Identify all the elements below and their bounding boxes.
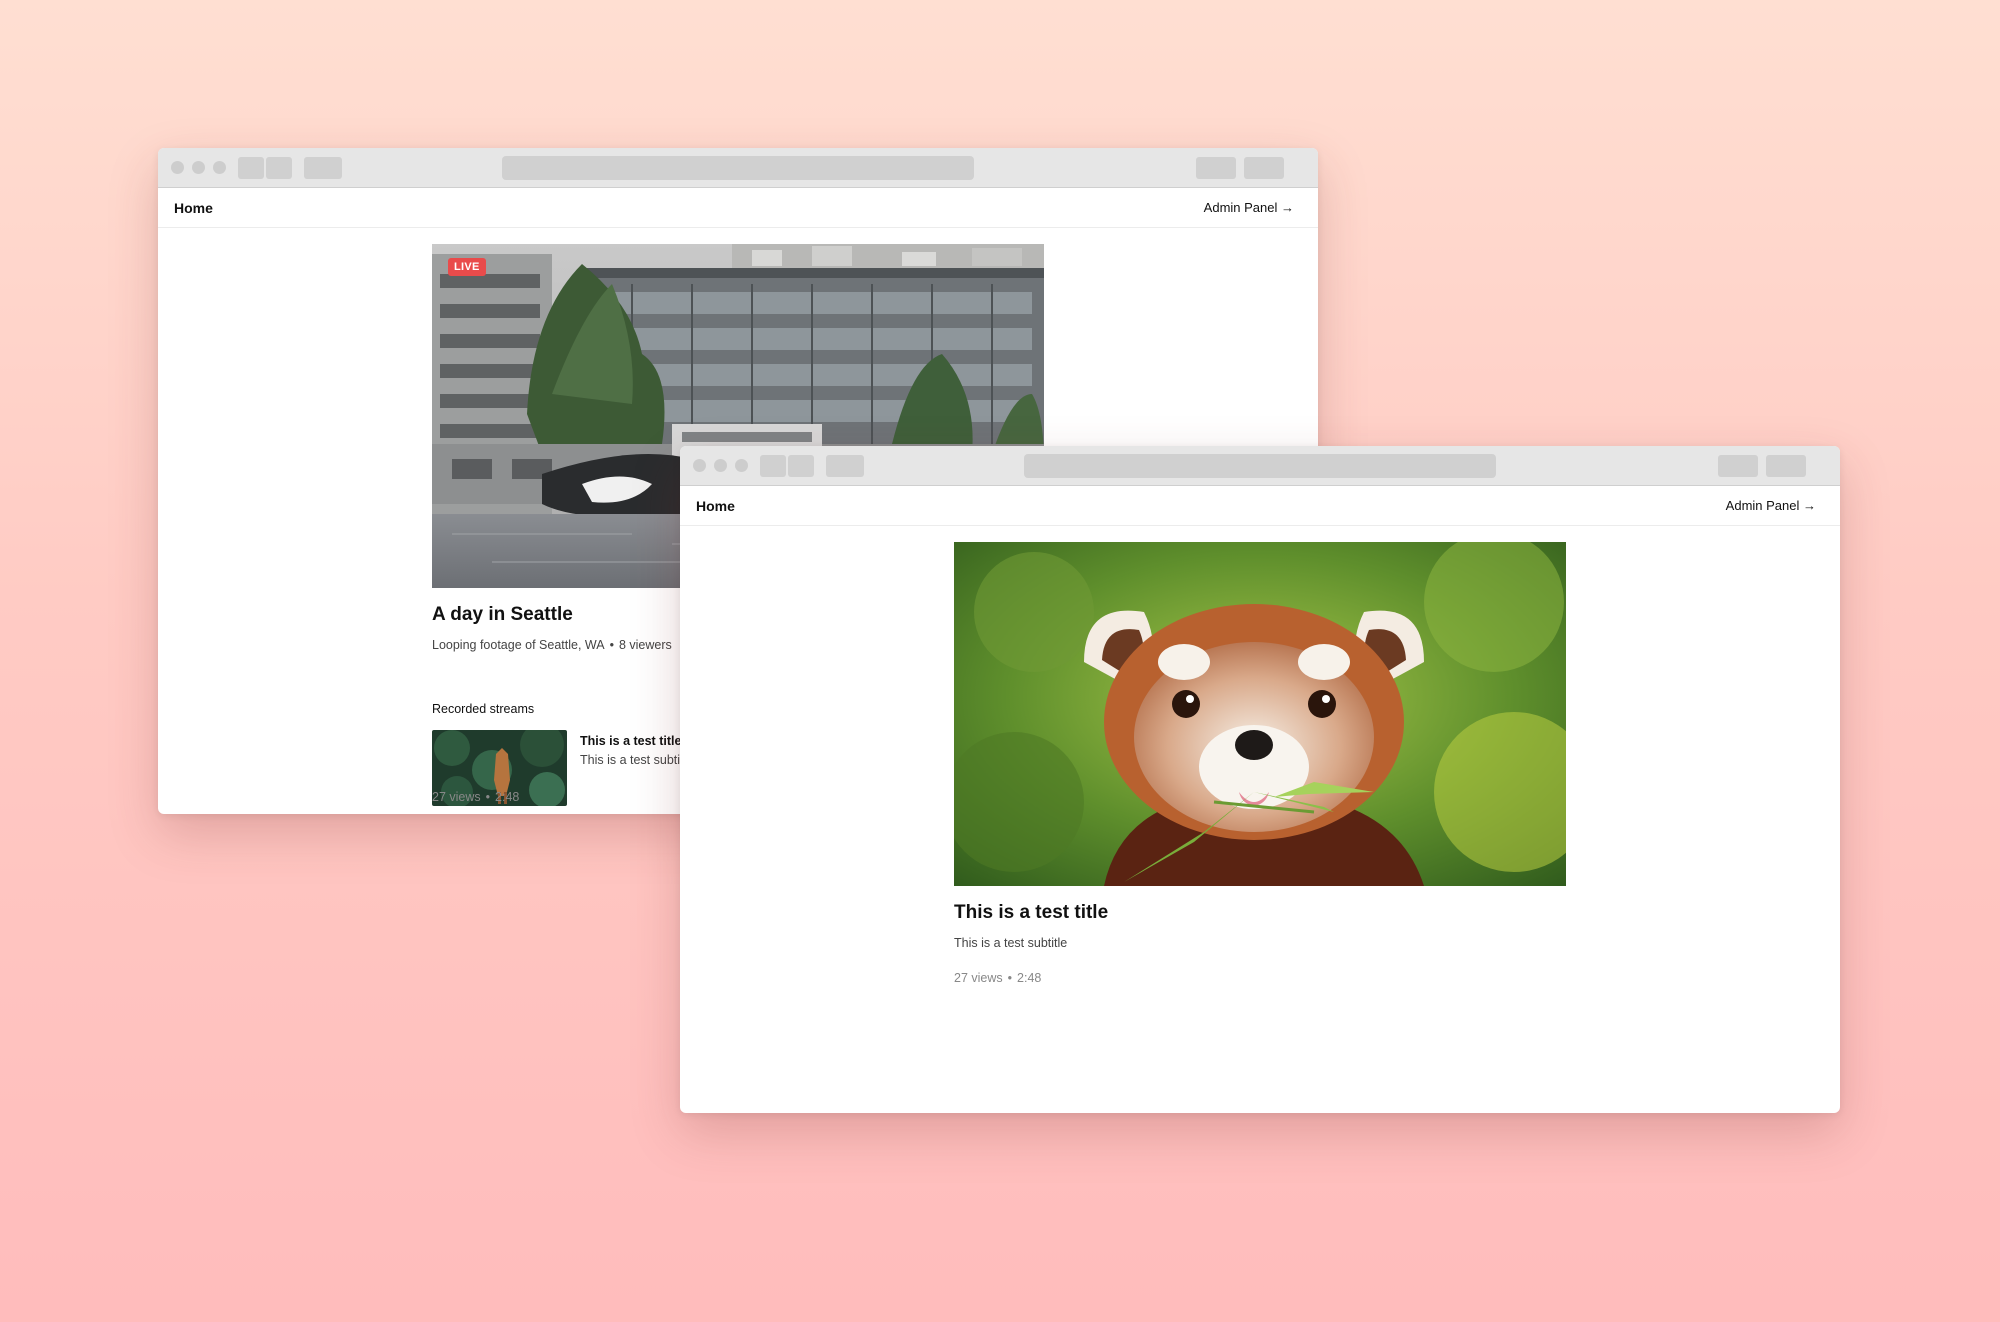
video-player[interactable] xyxy=(954,542,1566,886)
admin-panel-link[interactable]: Admin Panel → xyxy=(1204,200,1294,215)
sidebar-button[interactable] xyxy=(304,157,342,179)
address-bar[interactable] xyxy=(1024,454,1496,478)
stream-description: Looping footage of Seattle, WA • 8 viewers xyxy=(432,638,672,652)
close-window-button[interactable] xyxy=(693,459,706,472)
top-nav: Home Admin Panel → xyxy=(680,486,1840,526)
address-bar[interactable] xyxy=(502,156,974,180)
top-nav: Home Admin Panel → xyxy=(158,188,1318,228)
video-meta: 27 views • 2:48 xyxy=(954,971,1041,985)
duration: 2:48 xyxy=(495,790,520,804)
recorded-stream-title: This is a test title xyxy=(580,734,682,748)
sidebar-button[interactable] xyxy=(826,455,864,477)
separator-dot: • xyxy=(609,638,614,652)
forward-button[interactable] xyxy=(266,157,292,179)
video-subtitle: This is a test subtitle xyxy=(954,936,1068,950)
browser-window-front: Home Admin Panel → This is a test title … xyxy=(680,446,1840,1113)
separator-dot: • xyxy=(1007,971,1013,985)
tabs-button[interactable] xyxy=(1244,157,1284,179)
back-button[interactable] xyxy=(760,455,786,477)
forward-button[interactable] xyxy=(788,455,814,477)
view-count: 27 views xyxy=(954,971,1003,985)
back-button[interactable] xyxy=(238,157,264,179)
page-content: This is a test title This is a test subt… xyxy=(680,526,1840,1113)
nav-home-link[interactable]: Home xyxy=(696,498,735,514)
share-button[interactable] xyxy=(1718,455,1758,477)
recorded-stream-meta: 27 views • 2:48 xyxy=(432,790,519,804)
viewer-count: 8 viewers xyxy=(618,638,672,652)
share-button[interactable] xyxy=(1196,157,1236,179)
live-badge: LIVE xyxy=(448,258,486,276)
zoom-window-button[interactable] xyxy=(735,459,748,472)
nav-home-link[interactable]: Home xyxy=(174,200,213,216)
duration: 2:48 xyxy=(1017,971,1042,985)
stream-description-text: Looping footage of Seattle, WA xyxy=(432,638,605,652)
video-title: This is a test title xyxy=(954,902,1109,923)
admin-panel-link[interactable]: Admin Panel → xyxy=(1726,498,1816,513)
view-count: 27 views xyxy=(432,790,481,804)
close-window-button[interactable] xyxy=(171,161,184,174)
tabs-button[interactable] xyxy=(1766,455,1806,477)
zoom-window-button[interactable] xyxy=(213,161,226,174)
minimize-window-button[interactable] xyxy=(714,459,727,472)
red-panda-image xyxy=(954,542,1566,886)
recorded-streams-heading: Recorded streams xyxy=(432,702,535,716)
titlebar xyxy=(680,446,1840,486)
stream-title: A day in Seattle xyxy=(432,604,573,625)
titlebar xyxy=(158,148,1318,188)
minimize-window-button[interactable] xyxy=(192,161,205,174)
separator-dot: • xyxy=(485,790,491,804)
recorded-stream-subtitle: This is a test subtitle xyxy=(580,753,694,767)
